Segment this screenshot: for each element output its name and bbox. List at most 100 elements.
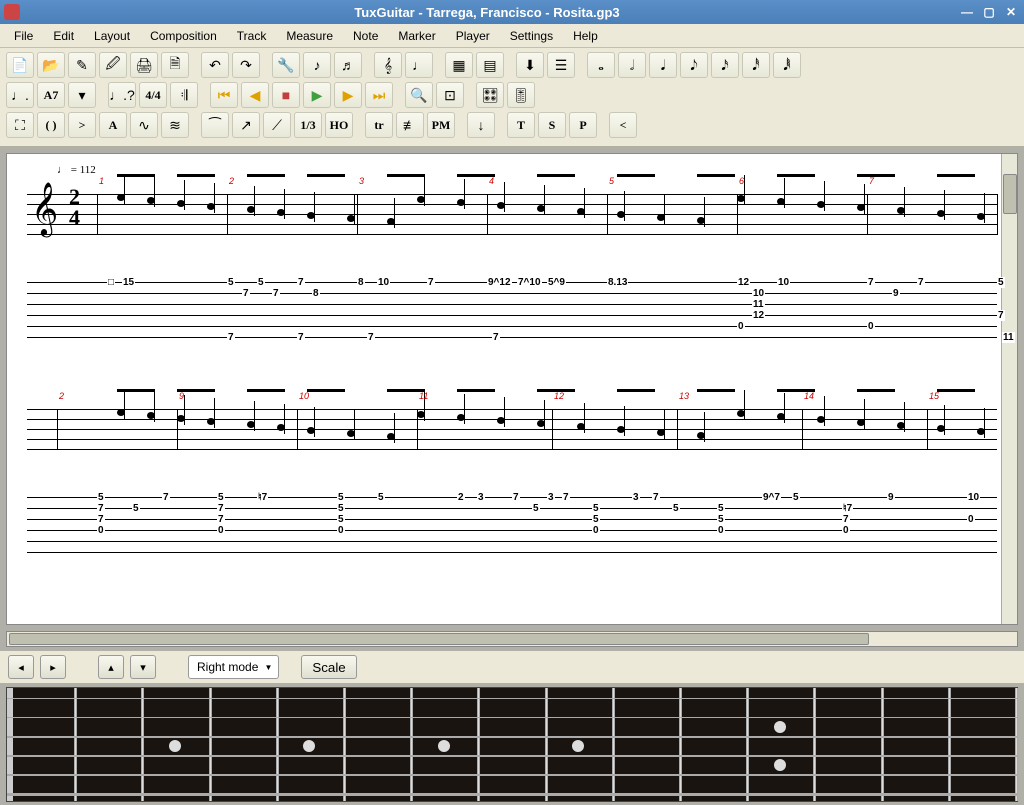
hammer-icon[interactable]: HO [325,112,353,138]
barline [297,409,298,450]
repeat-icon[interactable]: 𝄇 [170,82,198,108]
view2-icon[interactable]: ▤ [476,52,504,78]
menu-file[interactable]: File [4,27,43,45]
tab-numbers-1: □1557577881079^127^105^98.13121011121079… [97,277,997,347]
tab-number: 5 [592,514,600,525]
first-icon[interactable]: ⏮ [210,82,238,108]
tab-number: 10 [752,288,765,299]
menu-player[interactable]: Player [446,27,500,45]
hscroll-thumb[interactable] [9,633,869,645]
last-icon[interactable]: ⏭ [365,82,393,108]
less-icon[interactable]: < [609,112,637,138]
beam [617,174,655,177]
menu-composition[interactable]: Composition [140,27,227,45]
whole-note-icon[interactable]: 𝅝 [587,52,615,78]
text-s-icon[interactable]: S [538,112,566,138]
window-title: TuxGuitar - Tarrega, Francisco - Rosita.… [20,5,954,20]
mixer-icon[interactable]: 🎛 [476,82,504,108]
text-t-icon[interactable]: T [507,112,535,138]
fret-marker-dot [303,740,315,752]
view1-icon[interactable]: ▦ [445,52,473,78]
eighth-note-icon[interactable]: 𝅘𝅥𝅮 [680,52,708,78]
next-icon[interactable]: ▶ [334,82,362,108]
scroll-thumb[interactable] [1003,174,1017,214]
thirtysecond-note-icon[interactable]: 𝅘𝅥𝅰 [742,52,770,78]
sixtyfourth-note-icon[interactable]: 𝅘𝅥𝅱 [773,52,801,78]
barline [177,409,178,450]
accent-icon[interactable]: > [68,112,96,138]
undo-icon[interactable]: ↶ [201,52,229,78]
stem [504,397,505,427]
tremolo-icon[interactable]: ≢ [396,112,424,138]
stem [284,189,285,219]
minimize-button[interactable]: — [958,3,976,21]
fullscreen-icon[interactable]: ⛶ [6,112,34,138]
score-area[interactable]: ♩ = 112 𝄞 2 4 1234567 □1557577881079^127… [6,153,1018,625]
stop-icon[interactable]: ■ [272,82,300,108]
half-note-icon[interactable]: 𝅗𝅥 [618,52,646,78]
clef-icon[interactable]: 𝄞 [374,52,402,78]
vertical-scrollbar[interactable] [1001,154,1017,624]
marker-list-icon[interactable]: ☰ [547,52,575,78]
mode-select[interactable]: Right mode [188,655,279,679]
dotted-icon[interactable]: ♩. [6,82,34,108]
vibrato-icon[interactable]: ∿ [130,112,158,138]
text-p-icon[interactable]: P [569,112,597,138]
quarter-note-icon[interactable]: 𝅘𝅥 [649,52,677,78]
new-file-icon[interactable]: 📄 [6,52,34,78]
prev-icon[interactable]: ◀ [241,82,269,108]
horizontal-scrollbar[interactable] [6,631,1018,647]
menu-edit[interactable]: Edit [43,27,84,45]
stroke-icon[interactable]: ↓ [467,112,495,138]
print-preview-icon[interactable]: 🗎 [161,52,189,78]
arrow-down-button[interactable]: ▾ [130,655,156,679]
arrow-up-button[interactable]: ▴ [98,655,124,679]
redo-icon[interactable]: ↷ [232,52,260,78]
dropdown-icon[interactable]: ▾ [68,82,96,108]
menu-note[interactable]: Note [343,27,388,45]
zoom-out-icon[interactable]: 🔍 [405,82,433,108]
voice2-icon[interactable]: ♬ [334,52,362,78]
open-file-icon[interactable]: 📂 [37,52,65,78]
tie-icon[interactable]: ⁀ [201,112,229,138]
play-icon[interactable]: ▶ [303,82,331,108]
dotted2-icon[interactable]: ♩.? [108,82,136,108]
chord-name-icon[interactable]: A7 [37,82,65,108]
scale-button[interactable]: Scale [301,655,356,679]
paren-icon[interactable]: ( ) [37,112,65,138]
properties-icon[interactable]: 🔧 [272,52,300,78]
harmonic-a-icon[interactable]: A [99,112,127,138]
bend-icon[interactable]: ↗ [232,112,260,138]
close-button[interactable]: ✕ [1002,3,1020,21]
tab-number: 7 [512,492,520,503]
trill-icon[interactable]: tr [365,112,393,138]
sixteenth-note-icon[interactable]: 𝅘𝅥𝅯 [711,52,739,78]
timesig-icon[interactable]: 4/4 [139,82,167,108]
palm-mute-icon[interactable]: PM [427,112,455,138]
maximize-button[interactable]: ▢ [980,3,998,21]
fretboard[interactable] [6,687,1018,802]
tab-number: 7 [367,332,375,343]
menu-marker[interactable]: Marker [388,27,445,45]
vibrato2-icon[interactable]: ≋ [161,112,189,138]
menu-layout[interactable]: Layout [84,27,140,45]
save-as-icon[interactable]: 🖉 [99,52,127,78]
transport-icon[interactable]: 🎚 [507,82,535,108]
save-icon[interactable]: ✎ [68,52,96,78]
menu-help[interactable]: Help [563,27,608,45]
arrow-right-button[interactable]: ▸ [40,655,66,679]
menu-track[interactable]: Track [227,27,277,45]
menu-measure[interactable]: Measure [276,27,343,45]
print-icon[interactable]: 🖨 [130,52,158,78]
tempo-icon[interactable]: ♩ [405,52,433,78]
zoom-fit-icon[interactable]: ⊡ [436,82,464,108]
tab-number: 10 [777,277,790,288]
tab-number: 7 [562,492,570,503]
voice1-icon[interactable]: ♪ [303,52,331,78]
tuplet-icon[interactable]: 1/3 [294,112,322,138]
toolbars: 📄📂✎🖉🖨🗎 ↶↷ 🔧♪♬ 𝄞♩ ▦▤ ⬇☰ 𝅝𝅗𝅥𝅘𝅥𝅘𝅥𝅮𝅘𝅥𝅯𝅘𝅥𝅰𝅘𝅥𝅱 ♩.A7▾… [0,48,1024,147]
marker-add-icon[interactable]: ⬇ [516,52,544,78]
arrow-left-button[interactable]: ◂ [8,655,34,679]
menu-settings[interactable]: Settings [500,27,563,45]
slide-icon[interactable]: ⟋ [263,112,291,138]
